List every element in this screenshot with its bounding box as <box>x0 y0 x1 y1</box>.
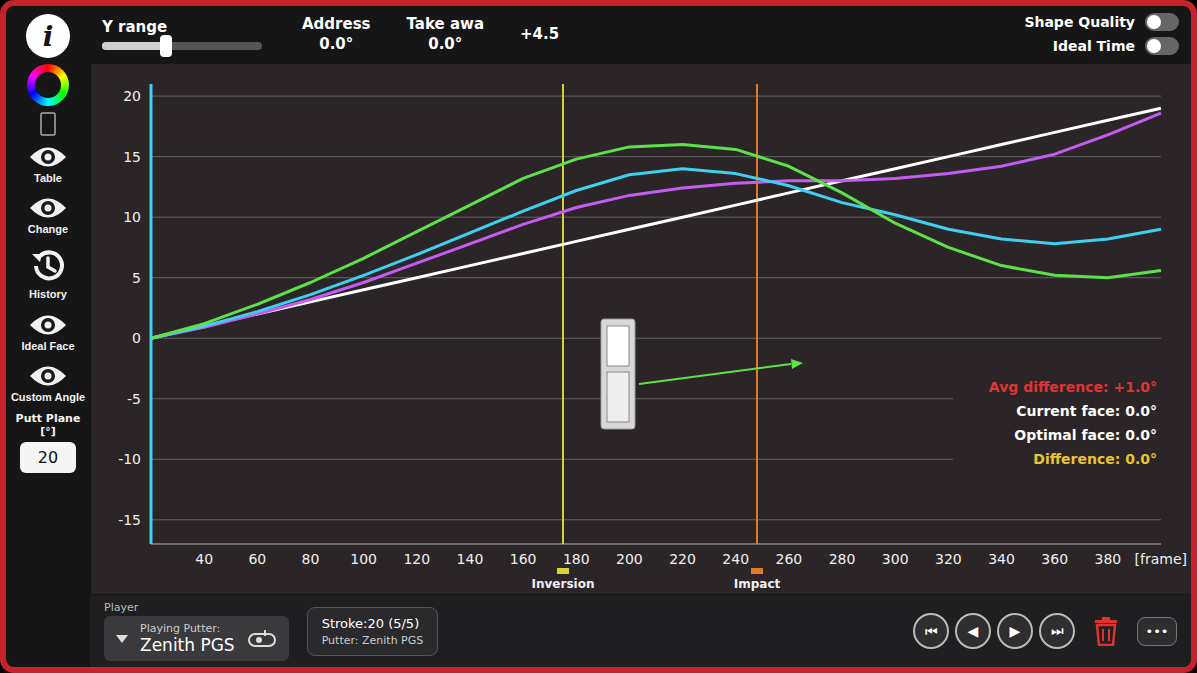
putt-plane: Putt Plane [°] <box>6 412 90 473</box>
color-wheel-icon[interactable] <box>27 64 69 106</box>
battery-icon <box>40 112 56 136</box>
x-unit: [frame] <box>1134 551 1186 567</box>
x-tick: 60 <box>248 551 266 567</box>
y-axis <box>149 84 152 544</box>
sidebar-item[interactable]: Custom Angle <box>9 361 87 406</box>
sidebar: i Table Change History Ideal Face Custom Angl… <box>6 6 90 667</box>
toggle-row: Shape Quality <box>1024 13 1179 31</box>
player-select[interactable]: PlayerPlaying Putter:Zenith PGS <box>104 601 289 661</box>
putter-head-icon <box>247 628 277 650</box>
info-button[interactable]: i <box>26 14 70 58</box>
y-tick: 5 <box>132 269 141 285</box>
x-tick: 140 <box>456 551 483 567</box>
series-line <box>151 144 1161 338</box>
trash-icon[interactable] <box>1093 616 1119 646</box>
grid-line <box>151 156 1161 157</box>
y-tick: 10 <box>123 209 141 225</box>
angle-field: Address0.0° <box>302 15 371 53</box>
grid-line <box>151 95 1161 96</box>
x-tick: 260 <box>775 551 802 567</box>
history-icon <box>28 246 68 286</box>
grid-line <box>151 216 1161 217</box>
dropdown-caret-icon <box>116 635 128 643</box>
grid-line <box>151 337 1161 338</box>
x-tick: 360 <box>1041 551 1068 567</box>
y-tick: 20 <box>123 88 141 104</box>
bottom-bar: PlayerPlaying Putter:Zenith PGS Stroke:20… <box>90 595 1191 667</box>
sidebar-item[interactable]: Table <box>26 142 70 187</box>
x-tick: 380 <box>1094 551 1121 567</box>
x-tick: 300 <box>881 551 908 567</box>
series-line <box>151 113 1161 338</box>
y-tick: 0 <box>132 330 141 346</box>
stroke-card: Stroke:20 (5/5)Putter: Zenith PGS <box>307 607 439 656</box>
eye-icon <box>28 144 68 170</box>
x-tick: 120 <box>403 551 430 567</box>
y-range-slider[interactable] <box>102 42 262 50</box>
playback-button[interactable]: ▶ <box>997 613 1033 649</box>
x-tick: 240 <box>722 551 749 567</box>
x-tick: 180 <box>562 551 589 567</box>
angle-field: +4.5 <box>520 25 559 43</box>
angle-field: Take awa0.0° <box>407 15 485 53</box>
chart: 20 15 10 5 0 -5 -10 -15 40 60 80 100 120 140 160 180 200… <box>90 62 1191 595</box>
x-tick: 220 <box>669 551 696 567</box>
chart-readout: Current face: 0.0° <box>1016 403 1157 419</box>
app-screen: i Table Change History Ideal Face Custom Angl… <box>0 0 1197 673</box>
eye-icon <box>28 195 68 221</box>
y-tick: 15 <box>123 148 141 164</box>
chart-readout: Avg difference: +1.0° <box>988 379 1156 395</box>
toggle-switch[interactable] <box>1145 37 1179 55</box>
chart-readout: Difference: 0.0° <box>1033 451 1157 467</box>
x-tick: 80 <box>301 551 319 567</box>
more-button[interactable]: ••• <box>1137 617 1177 646</box>
playback-button[interactable]: ⏮ <box>913 613 949 649</box>
eye-icon <box>28 363 68 389</box>
chart-marker[interactable]: Inversion <box>531 84 594 591</box>
line-chart: 20 15 10 5 0 -5 -10 -15 40 60 80 100 120 140 160 180 200… <box>91 64 1191 594</box>
x-tick: 280 <box>828 551 855 567</box>
x-axis <box>151 543 1161 544</box>
chart-readout: Optimal face: 0.0° <box>1014 427 1157 443</box>
eye-icon <box>28 312 68 338</box>
grid-line <box>151 277 1161 278</box>
y-range: Y range <box>102 18 262 50</box>
toggle-switch[interactable] <box>1145 13 1179 31</box>
svg-text:Inversion: Inversion <box>531 577 594 591</box>
series-line <box>151 168 1161 338</box>
x-tick: 340 <box>988 551 1015 567</box>
x-tick: 320 <box>935 551 962 567</box>
main-panel: Y range Address0.0° Take awa0.0° +4.5 Shape … <box>90 6 1191 667</box>
x-tick: 40 <box>195 551 213 567</box>
sidebar-item[interactable]: Change <box>26 193 70 238</box>
svg-text:Impact: Impact <box>733 577 780 591</box>
x-tick: 200 <box>616 551 643 567</box>
x-tick: 160 <box>509 551 536 567</box>
series-line <box>151 108 1161 338</box>
sidebar-item[interactable]: History <box>26 244 70 303</box>
sidebar-item[interactable]: Ideal Face <box>19 310 76 355</box>
grid-line <box>151 519 1161 520</box>
playback-button[interactable]: ⏭ <box>1039 613 1075 649</box>
y-tick: -5 <box>127 390 141 406</box>
top-bar: Y range Address0.0° Take awa0.0° +4.5 Shape … <box>90 6 1191 62</box>
playback-button[interactable]: ◀ <box>955 613 991 649</box>
putter-icon <box>601 319 803 429</box>
y-tick: -15 <box>118 511 141 527</box>
y-tick: -10 <box>118 451 141 467</box>
x-tick: 100 <box>350 551 377 567</box>
toggle-row: Ideal Time <box>1024 37 1179 55</box>
putt-plane-input[interactable] <box>20 442 76 473</box>
